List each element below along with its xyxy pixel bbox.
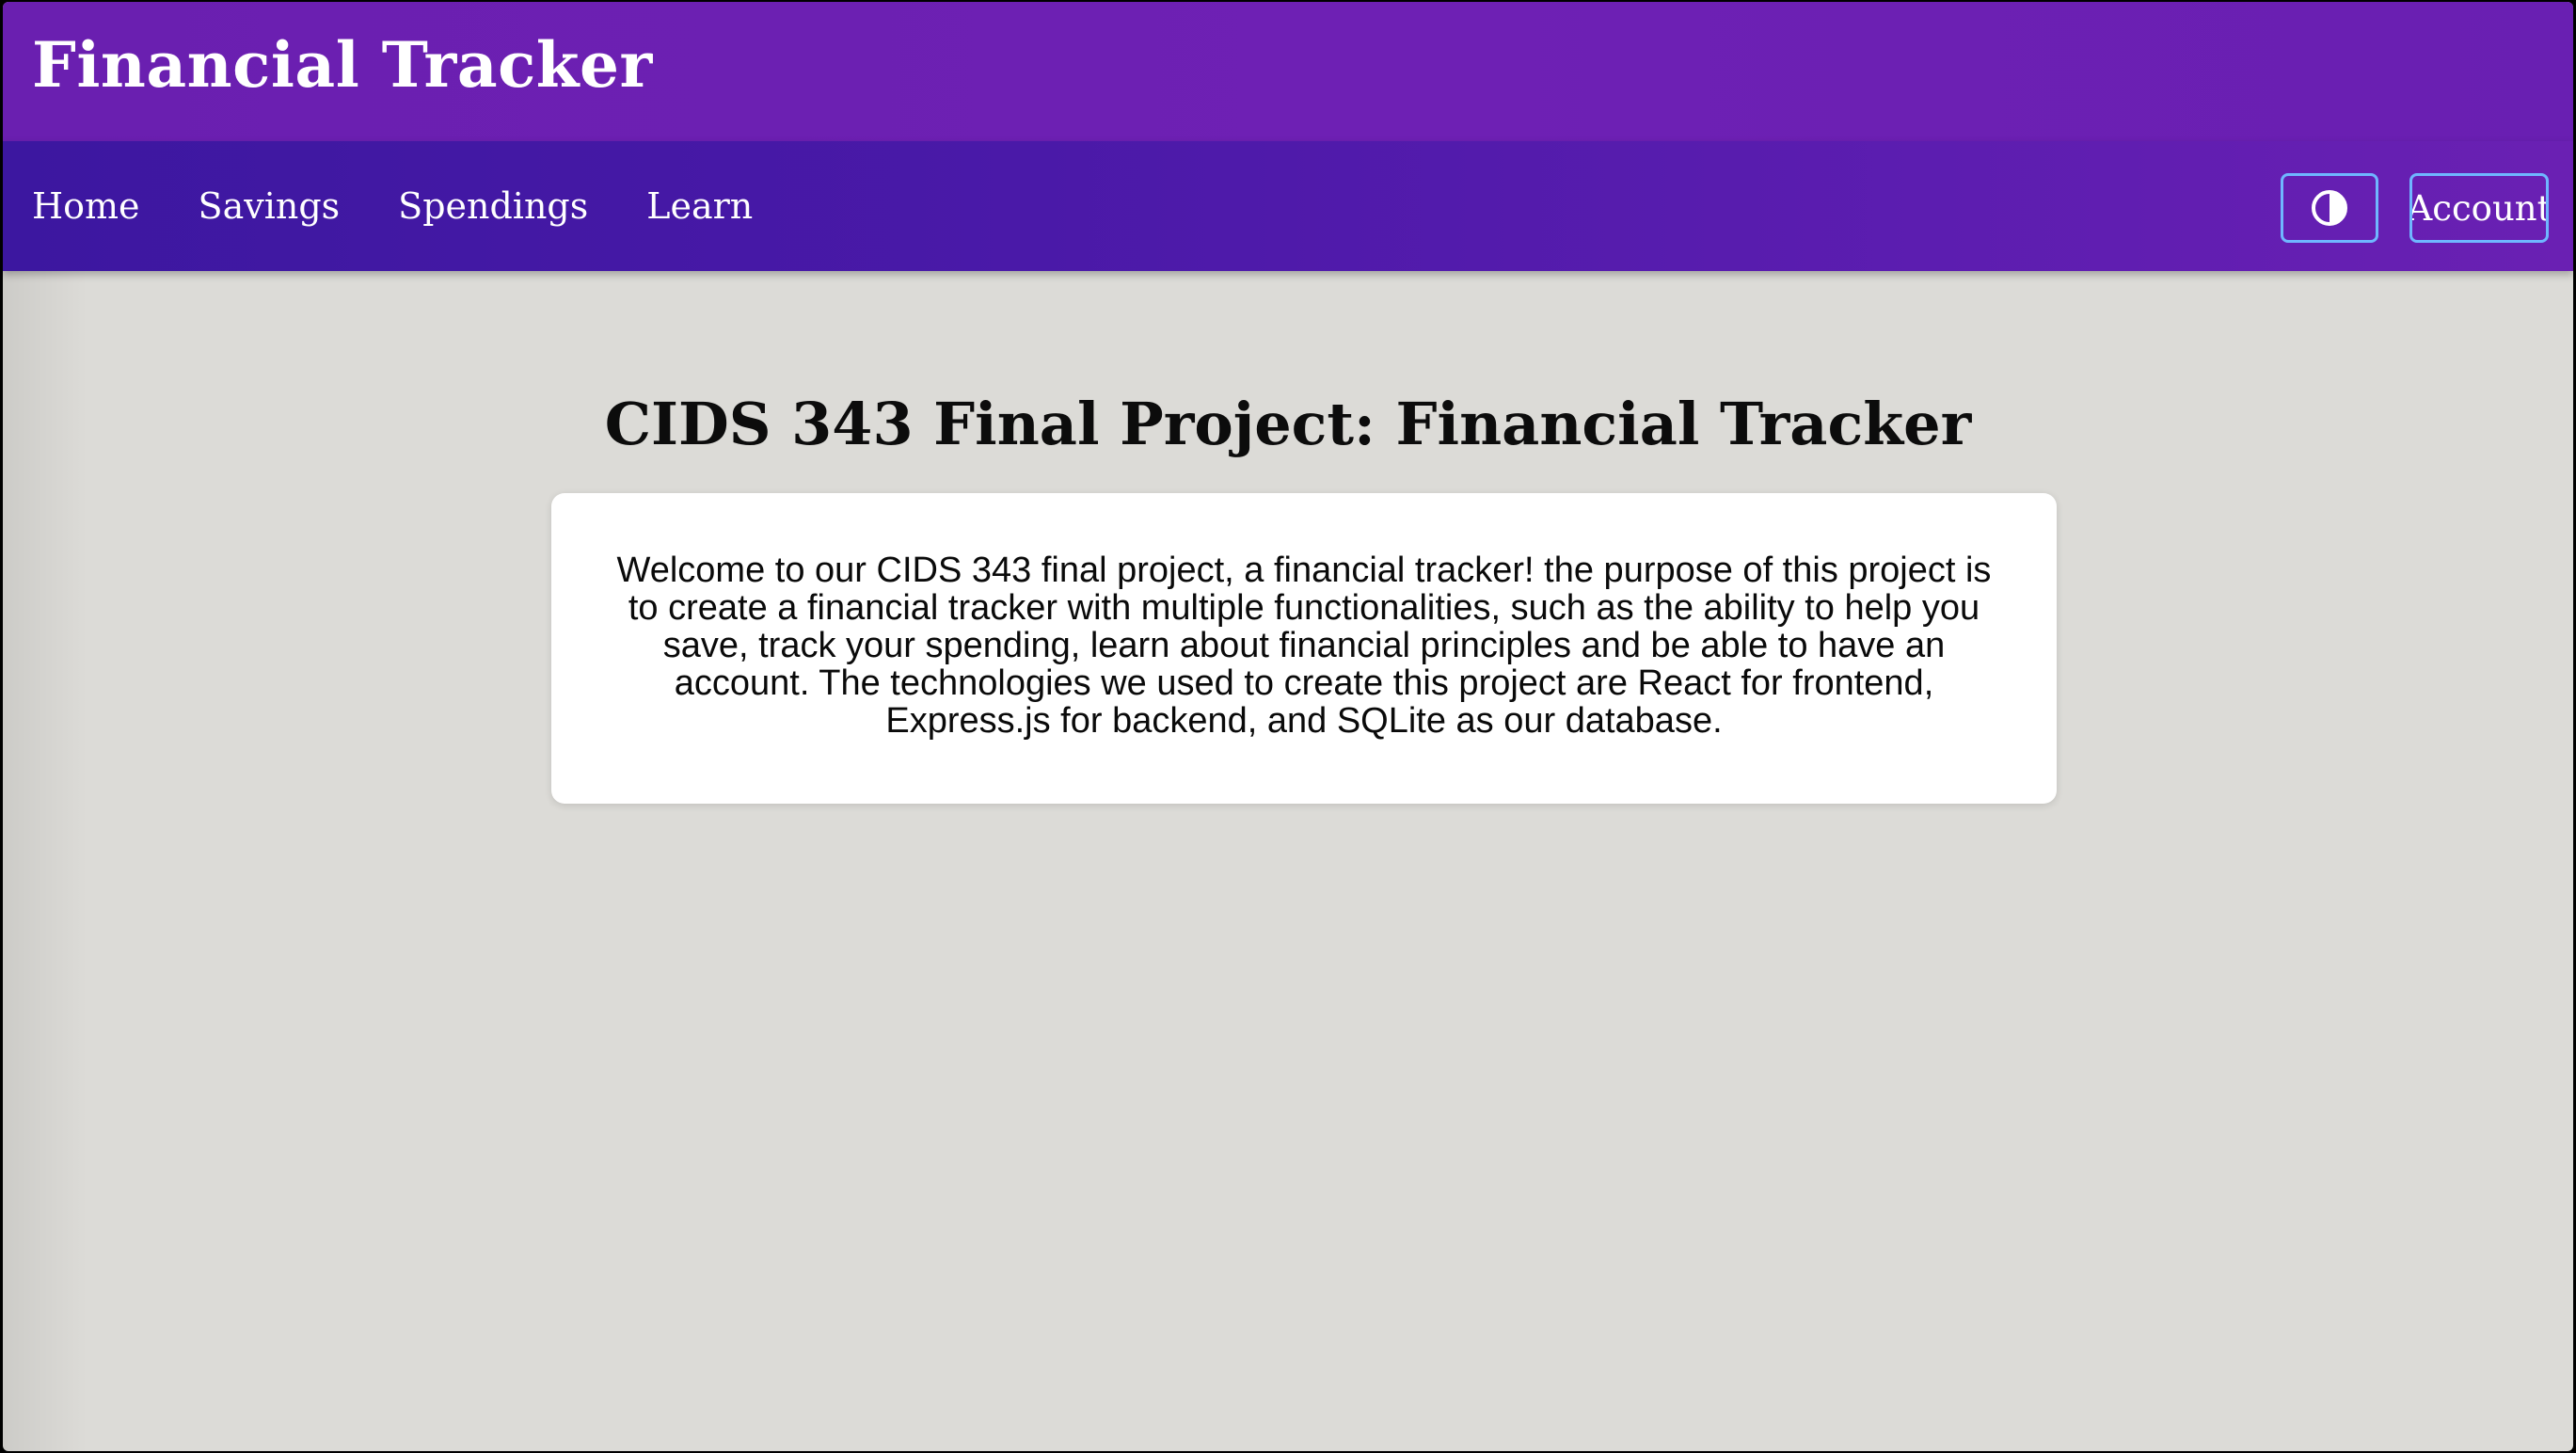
nav-link-home[interactable]: Home [32,185,140,227]
nav-link-learn[interactable]: Learn [646,185,753,227]
page-title: CIDS 343 Final Project: Financial Tracke… [604,390,1972,458]
title-bar: Financial Tracker [3,2,2573,141]
app-window: Financial Tracker Home Savings Spendings… [3,2,2573,1451]
nav-link-savings[interactable]: Savings [199,185,341,227]
app-title: Financial Tracker [32,28,653,102]
account-button[interactable]: Account [2409,173,2549,243]
theme-toggle-button[interactable] [2281,173,2378,243]
nav-links: Home Savings Spendings Learn [32,141,753,271]
navbar: Home Savings Spendings Learn Account [3,141,2573,271]
welcome-card: Welcome to our CIDS 343 final project, a… [551,493,2057,804]
contrast-icon [2312,190,2347,226]
nav-link-spendings[interactable]: Spendings [398,185,588,227]
welcome-text: Welcome to our CIDS 343 final project, a… [616,551,1992,741]
